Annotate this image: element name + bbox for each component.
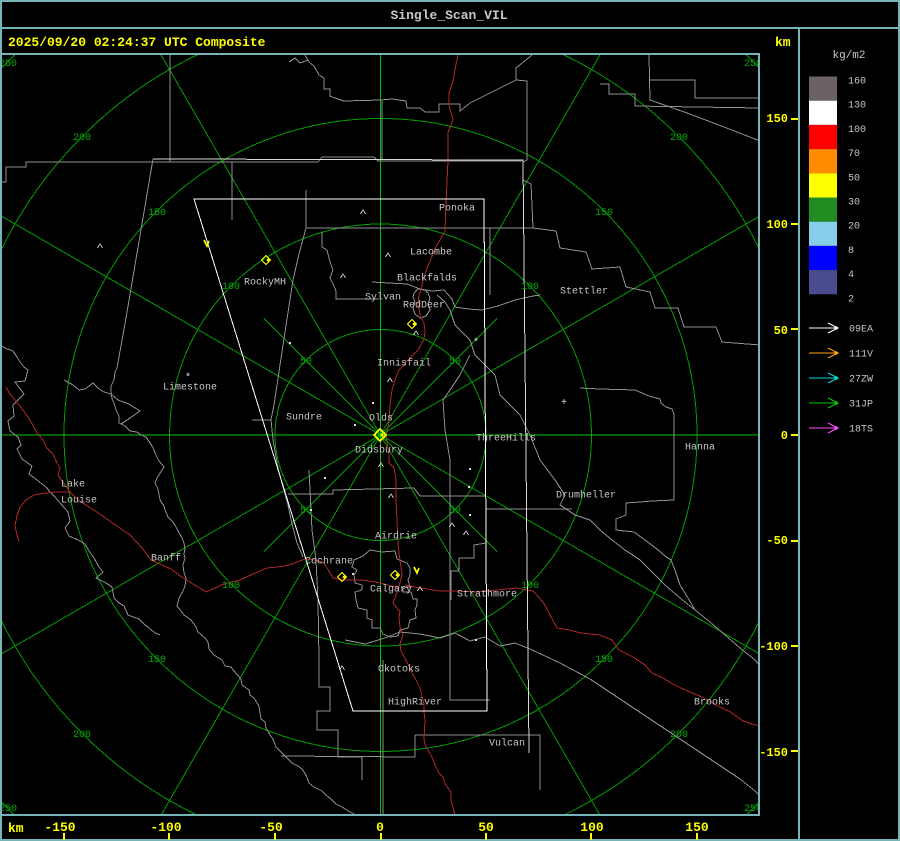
- svg-text:100: 100: [222, 282, 240, 293]
- svg-text:RockyMH: RockyMH: [244, 277, 286, 289]
- svg-text:Sylvan: Sylvan: [365, 292, 401, 304]
- svg-text:2025/09/20 02:24:37 UTC Compos: 2025/09/20 02:24:37 UTC Composite: [8, 35, 266, 50]
- svg-text:160: 160: [848, 77, 866, 88]
- svg-text:100: 100: [521, 581, 539, 592]
- svg-text:Lake: Lake: [61, 479, 85, 491]
- svg-text:09EA: 09EA: [849, 325, 873, 336]
- svg-text:kg/m2: kg/m2: [832, 50, 865, 62]
- svg-text:-50: -50: [259, 820, 283, 835]
- svg-text:8: 8: [848, 246, 854, 257]
- svg-text:70: 70: [848, 149, 860, 160]
- svg-text:Innisfail: Innisfail: [377, 358, 431, 370]
- svg-text:250: 250: [0, 804, 17, 815]
- svg-text:150: 150: [595, 655, 613, 666]
- svg-text:Olds: Olds: [369, 413, 393, 425]
- svg-text:18TS: 18TS: [849, 425, 873, 436]
- svg-text:150: 150: [766, 112, 788, 126]
- svg-text:4: 4: [848, 270, 854, 281]
- svg-text:Sundre: Sundre: [286, 412, 322, 424]
- svg-text:-150: -150: [759, 746, 788, 760]
- svg-text:Ponoka: Ponoka: [439, 203, 475, 215]
- svg-text:200: 200: [73, 730, 91, 741]
- svg-text:150: 150: [148, 655, 166, 666]
- svg-text:Airdrie: Airdrie: [375, 531, 417, 543]
- svg-text:Limestone: Limestone: [163, 382, 217, 394]
- svg-text:100: 100: [521, 282, 539, 293]
- svg-text:-50: -50: [766, 534, 788, 548]
- svg-text:Cochrane: Cochrane: [305, 556, 353, 568]
- svg-text:Brooks: Brooks: [694, 697, 730, 709]
- svg-text:150: 150: [685, 820, 709, 835]
- svg-text:50: 50: [300, 506, 312, 517]
- svg-text:0: 0: [376, 820, 384, 835]
- svg-text:Hanna: Hanna: [685, 443, 715, 454]
- svg-text:Calgary: Calgary: [370, 584, 412, 596]
- svg-text:Didsbury: Didsbury: [355, 445, 403, 457]
- svg-text:30: 30: [848, 198, 860, 209]
- svg-text:27ZW: 27ZW: [849, 375, 873, 386]
- svg-text:km: km: [8, 821, 24, 836]
- svg-text:Banff: Banff: [151, 553, 181, 565]
- svg-text:50: 50: [449, 357, 461, 368]
- svg-text:50: 50: [848, 173, 860, 184]
- svg-text:31JP: 31JP: [849, 400, 873, 411]
- svg-text:50: 50: [300, 357, 312, 368]
- svg-text:Drumheller: Drumheller: [556, 490, 616, 502]
- svg-text:250: 250: [0, 59, 17, 70]
- svg-text:+: +: [561, 398, 567, 409]
- svg-text:100: 100: [222, 581, 240, 592]
- svg-text:Lacombe: Lacombe: [410, 247, 452, 259]
- svg-text:50: 50: [478, 820, 494, 835]
- svg-text:100: 100: [580, 820, 604, 835]
- svg-text:200: 200: [73, 133, 91, 144]
- svg-text:ThreeHills: ThreeHills: [476, 433, 536, 445]
- svg-text:0: 0: [781, 429, 788, 443]
- svg-text:HighRiver: HighRiver: [388, 697, 442, 709]
- svg-text:Blackfalds: Blackfalds: [397, 273, 457, 285]
- svg-text:Okotoks: Okotoks: [378, 664, 420, 676]
- svg-text:-100: -100: [150, 820, 181, 835]
- svg-text:200: 200: [670, 730, 688, 741]
- svg-text:km: km: [775, 35, 791, 50]
- svg-text:50: 50: [449, 506, 461, 517]
- svg-text:130: 130: [848, 101, 866, 112]
- svg-text:200: 200: [670, 133, 688, 144]
- svg-text:Strathmore: Strathmore: [457, 589, 517, 601]
- svg-text:Stettler: Stettler: [560, 286, 608, 298]
- svg-text:Louise: Louise: [61, 495, 97, 507]
- svg-text:150: 150: [148, 208, 166, 219]
- svg-text:100: 100: [848, 125, 866, 136]
- svg-text:20: 20: [848, 222, 860, 233]
- svg-text:RedDeer: RedDeer: [403, 300, 445, 312]
- svg-text:2: 2: [848, 294, 854, 305]
- svg-text:Vulcan: Vulcan: [489, 738, 525, 750]
- svg-text:111V: 111V: [849, 350, 873, 361]
- svg-text:Single_Scan_VIL: Single_Scan_VIL: [390, 8, 507, 23]
- svg-text:-150: -150: [44, 820, 75, 835]
- svg-text:150: 150: [595, 208, 613, 219]
- svg-text:100: 100: [766, 218, 788, 232]
- svg-text:50: 50: [774, 324, 788, 338]
- svg-text:-100: -100: [759, 640, 788, 654]
- svg-text:*: *: [473, 337, 479, 349]
